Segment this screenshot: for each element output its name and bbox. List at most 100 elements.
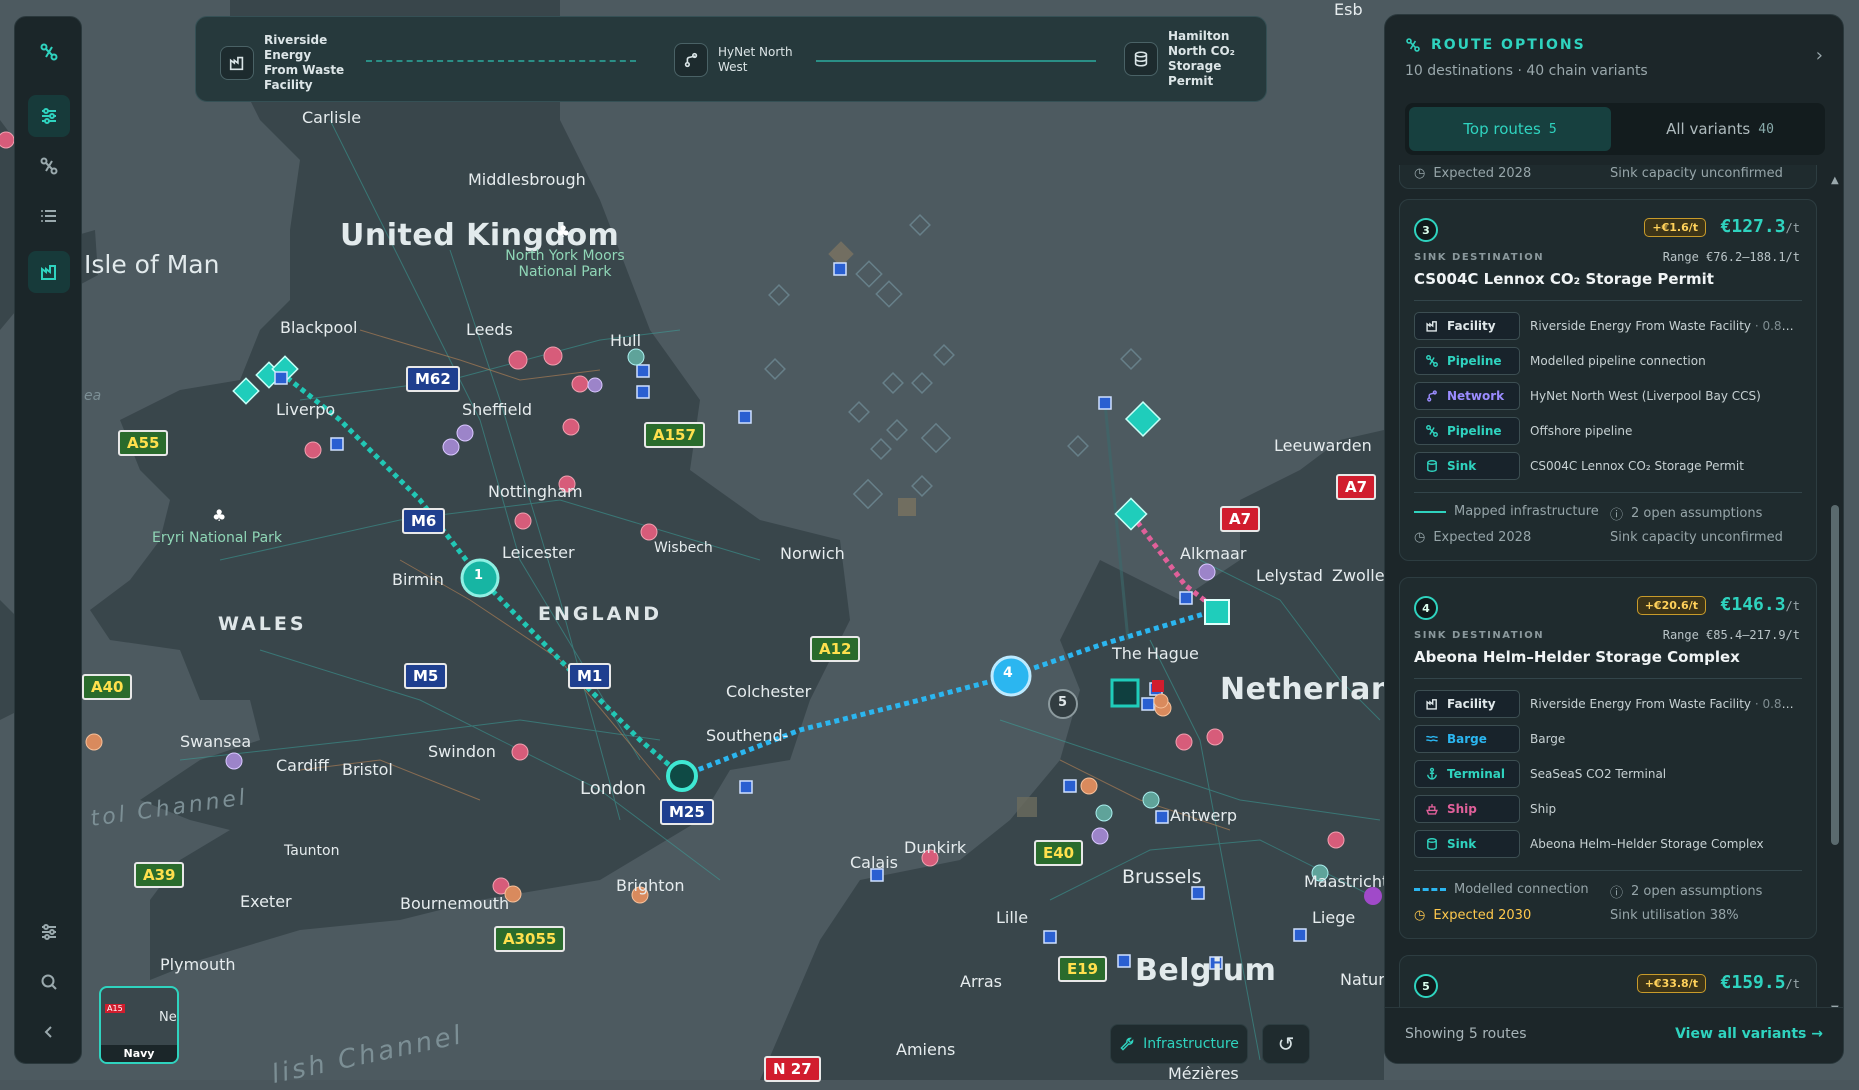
chain-network-label: HyNet North West xyxy=(718,45,793,74)
city-maastricht: Maastricht xyxy=(1304,872,1389,891)
route-card-4[interactable]: 4 +€20.6/t €146.3/t SINK DESTINATION Ran… xyxy=(1399,577,1817,939)
city-wisbech: Wisbech xyxy=(654,540,713,556)
expected-date: ◷ Expected 2028 xyxy=(1414,530,1532,545)
chain-sink[interactable]: Hamilton North CO₂ Storage Permit xyxy=(1124,29,1238,89)
city-amiens: Amiens xyxy=(896,1040,956,1059)
park-tree-icon: ♣ xyxy=(212,506,227,525)
dashed-line-icon xyxy=(1414,888,1446,891)
cost-delta-badge: +€33.8/t xyxy=(1636,974,1706,993)
card-note: Sink capacity unconfirmed xyxy=(1610,530,1783,545)
road-shield-m6: M6 xyxy=(402,508,446,534)
chain-step: Terminal SeaSeaS CO2 Terminal xyxy=(1414,760,1800,788)
scroll-up-arrow-icon: ▲ xyxy=(1831,175,1839,186)
step-chip-terminal: Terminal xyxy=(1414,760,1520,788)
basemap-switcher[interactable]: A15 Ne Navy xyxy=(99,986,179,1064)
infrastructure-toggle-button[interactable]: Infrastructure xyxy=(1110,1024,1248,1064)
tab-all-variants[interactable]: All variants 40 xyxy=(1619,107,1821,151)
city-plymouth: Plymouth xyxy=(160,955,236,974)
chain-network[interactable]: HyNet North West xyxy=(674,43,798,77)
road-shield-e19: E19 xyxy=(1058,956,1108,982)
filters-icon[interactable] xyxy=(28,95,70,137)
route-card-3[interactable]: 3 +€1.6/t €127.3/t SINK DESTINATION Rang… xyxy=(1399,199,1817,561)
divider xyxy=(1414,678,1802,679)
road-shield-a7-north: A7 xyxy=(1220,506,1261,532)
route-title: Abeona Helm–Helder Storage Complex xyxy=(1414,648,1740,666)
route-rank-badge: 3 xyxy=(1414,218,1438,242)
route-card-partial[interactable]: ◷ Expected 2028 Sink capacity unconfirmed xyxy=(1399,165,1817,189)
route-marker-4[interactable]: 4 xyxy=(1003,665,1013,681)
chain-connector-solid xyxy=(816,60,1096,62)
wrench-icon xyxy=(1120,1037,1134,1051)
park-label-north-york: North York Moors National Park xyxy=(505,248,625,280)
city-hull: Hull xyxy=(610,331,642,350)
city-blackpool: Blackpool xyxy=(280,318,358,337)
step-chip-sink: Sink xyxy=(1414,452,1520,480)
logo-icon[interactable] xyxy=(28,31,70,73)
chain-step: Network HyNet North West (Liverpool Bay … xyxy=(1414,382,1800,410)
city-the-hague: The Hague xyxy=(1112,644,1199,663)
route-list[interactable]: ◷ Expected 2028 Sink capacity unconfirmed… xyxy=(1399,165,1817,1017)
network-branch-icon xyxy=(674,43,708,77)
sink-destination-label: SINK DESTINATION xyxy=(1414,252,1545,263)
road-shield-m62: M62 xyxy=(406,366,460,392)
expected-date: ◷ Expected 2030 xyxy=(1414,908,1532,923)
step-chip-facility: Facility xyxy=(1414,312,1520,340)
list-icon[interactable] xyxy=(28,195,70,237)
cost-delta-badge: +€1.6/t xyxy=(1644,218,1706,237)
country-label-belgium: Belgium xyxy=(1135,953,1277,988)
city-middlesbrough: Middlesbrough xyxy=(468,170,586,189)
minimap-city-label: Ne xyxy=(159,1010,177,1025)
panel-title: ROUTE OPTIONS xyxy=(1405,37,1648,53)
city-namur: Natur xyxy=(1340,970,1385,989)
step-chip-network: Network xyxy=(1414,382,1520,410)
route-tabs: Top routes 5 All variants 40 xyxy=(1405,103,1825,155)
price-range: Range €85.4–217.9/t xyxy=(1662,628,1800,642)
city-cardiff: Cardiff xyxy=(276,756,329,775)
facility-icon xyxy=(1426,699,1437,710)
search-icon[interactable] xyxy=(28,961,70,1003)
open-assumptions[interactable]: ⓘ 2 open assumptions xyxy=(1610,882,1762,901)
anchor-icon xyxy=(1427,767,1437,780)
road-shield-a55: A55 xyxy=(118,430,169,456)
collapse-chevron-icon[interactable] xyxy=(28,1011,70,1053)
route-marker-5[interactable]: 5 xyxy=(1058,695,1067,710)
settings-sliders-icon[interactable] xyxy=(28,911,70,953)
panel-scrollbar[interactable]: ▲ ▼ xyxy=(1831,175,1839,1015)
network-branch-icon xyxy=(1427,390,1437,402)
step-chip-pipeline: Pipeline xyxy=(1414,417,1520,445)
road-shield-e40: E40 xyxy=(1034,840,1084,866)
refresh-icon: ↺ xyxy=(1277,1032,1295,1056)
step-chip-barge: Barge xyxy=(1414,725,1520,753)
road-shield-a40: A40 xyxy=(82,674,133,700)
city-antwerp: Antwerp xyxy=(1170,806,1238,825)
chain-step: Ship Ship xyxy=(1414,795,1800,823)
sea-label-irish-sea: ea xyxy=(84,388,102,404)
connection-type: Modelled connection xyxy=(1414,882,1589,897)
city-taunton: Taunton xyxy=(284,843,340,859)
reset-view-button[interactable]: ↺ xyxy=(1262,1024,1310,1064)
tab-top-routes[interactable]: Top routes 5 xyxy=(1409,107,1611,151)
facility-icon[interactable] xyxy=(28,251,70,293)
city-birmingham: Birmin xyxy=(392,570,444,589)
open-assumptions[interactable]: ⓘ 2 open assumptions xyxy=(1610,504,1762,523)
road-shield-m1: M1 xyxy=(568,663,612,689)
road-shield-a39: A39 xyxy=(134,862,185,888)
route-price: €127.3/t xyxy=(1720,216,1800,237)
route-chain-bar: Riverside Energy From Waste Facility HyN… xyxy=(195,16,1267,102)
chain-source[interactable]: Riverside Energy From Waste Facility xyxy=(220,33,346,93)
road-shield-n27: N 27 xyxy=(764,1056,821,1082)
chain-source-label: Riverside Energy From Waste Facility xyxy=(264,33,345,92)
city-leicester: Leicester xyxy=(502,543,575,562)
scrollbar-thumb[interactable] xyxy=(1831,505,1839,845)
view-all-variants-link[interactable]: View all variants → xyxy=(1675,1026,1823,1042)
route-title: CS004C Lennox CO₂ Storage Permit xyxy=(1414,270,1714,288)
route-marker-1[interactable]: 1 xyxy=(474,568,483,583)
routes-icon[interactable] xyxy=(28,145,70,187)
route-rank-badge: 4 xyxy=(1414,596,1438,620)
chain-step: Sink Abeona Helm–Helder Storage Complex xyxy=(1414,830,1800,858)
waves-icon xyxy=(1426,735,1438,742)
left-sidebar xyxy=(14,16,82,1064)
city-swindon: Swindon xyxy=(428,742,496,761)
city-carlisle: Carlisle xyxy=(302,108,362,127)
panel-collapse-chevron-icon[interactable]: › xyxy=(1816,45,1823,66)
